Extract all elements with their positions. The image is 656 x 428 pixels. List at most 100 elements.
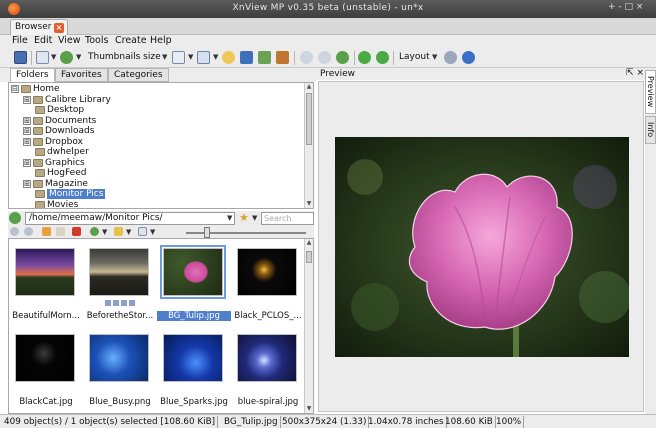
edit-icon[interactable] xyxy=(56,227,65,236)
tab-favorites[interactable]: Favorites xyxy=(55,68,108,82)
tab-folders[interactable]: Folders xyxy=(10,68,55,82)
view-mode-icon[interactable] xyxy=(138,227,147,236)
tree-item-downloads[interactable]: ⊞ Downloads xyxy=(23,126,94,136)
path-history-dropdown-icon[interactable]: ▼ xyxy=(227,214,232,222)
forward-icon[interactable] xyxy=(318,51,331,64)
tree-item-dwhelper[interactable]: dwhelper xyxy=(33,147,89,157)
document-tab-row: Browser × xyxy=(0,18,656,35)
tree-scrollbar[interactable]: ▲ ▼ xyxy=(304,83,313,208)
tree-item-label: HogFeed xyxy=(47,168,87,178)
thumbnail-item[interactable]: BeforetheStor... xyxy=(83,239,157,325)
scroll-up-icon[interactable]: ▲ xyxy=(305,239,313,247)
new-folder-icon[interactable] xyxy=(42,227,51,236)
delete-icon[interactable] xyxy=(72,227,81,236)
view-mode-dropdown-icon[interactable]: ▼ xyxy=(51,53,56,61)
view-mode-icon[interactable] xyxy=(36,51,49,64)
side-tab-info[interactable]: Info xyxy=(645,116,656,144)
filter-icon[interactable] xyxy=(90,227,99,236)
forward-icon[interactable] xyxy=(24,227,33,236)
expand-icon[interactable]: ⊞ xyxy=(23,117,31,125)
thumbnail-item[interactable]: Black_PCLOS_... xyxy=(231,239,305,325)
menu-bar: File Edit View Tools Create Help xyxy=(0,35,656,48)
thumbnail-item[interactable]: Blue_Sparks.jpg xyxy=(157,325,231,411)
tree-item-movies[interactable]: Movies xyxy=(33,200,78,208)
slideshow-icon[interactable] xyxy=(240,51,253,64)
thumbnail-grid[interactable]: BeautifulMorn... BeforetheStor... BG_Tul… xyxy=(8,238,314,414)
tree-item-magazine[interactable]: ⊞ Magazine xyxy=(23,179,88,189)
tree-item-monitor-pics[interactable]: Monitor Pics xyxy=(33,189,106,199)
expand-icon[interactable]: ⊞ xyxy=(23,180,31,188)
side-tab-preview[interactable]: Preview xyxy=(645,70,656,114)
thumbnails-size-dropdown-icon[interactable]: ▼ xyxy=(162,53,167,61)
filter-dropdown-icon[interactable]: ▼ xyxy=(102,228,107,236)
fullscreen-icon[interactable] xyxy=(14,51,27,64)
thumbnails-size-button[interactable]: Thumbnails size xyxy=(88,52,161,62)
tree-item-dropbox[interactable]: ⊞ Dropbox xyxy=(23,137,83,147)
tag-icon[interactable] xyxy=(114,227,123,236)
layout-dropdown-icon[interactable]: ▼ xyxy=(432,53,437,61)
help-icon[interactable] xyxy=(462,51,475,64)
folder-tree[interactable]: ⊟ Home ⊞ Calibre Library Desktop ⊞ Document… xyxy=(8,82,314,209)
thumbnail-scrollbar[interactable]: ▲ ▼ xyxy=(304,239,313,413)
window-controls[interactable]: + - □ × xyxy=(608,2,643,12)
path-input[interactable]: /home/meemaw/Monitor Pics/ xyxy=(25,212,235,225)
scroll-down-icon[interactable]: ▼ xyxy=(305,200,313,208)
search-input[interactable]: Search xyxy=(261,212,314,225)
status-dimensions: 500x375x24 (1.33) xyxy=(280,416,370,428)
filter-dropdown-icon[interactable]: ▼ xyxy=(76,53,81,61)
view-mode-dropdown-icon[interactable]: ▼ xyxy=(150,228,155,236)
menu-create[interactable]: Create xyxy=(115,35,147,46)
tree-item-desktop[interactable]: Desktop xyxy=(33,105,84,115)
folder-icon xyxy=(33,159,43,167)
tree-item-home[interactable]: ⊟ Home xyxy=(11,84,60,94)
expand-icon[interactable]: ⊞ xyxy=(23,138,31,146)
tree-item-hogfeed[interactable]: HogFeed xyxy=(33,168,86,178)
sort-dropdown-icon[interactable]: ▼ xyxy=(188,53,193,61)
favorite-dropdown-icon[interactable]: ▼ xyxy=(252,214,257,222)
thumbnail-item[interactable]: BlackCat.jpg xyxy=(9,325,83,411)
tab-browser[interactable]: Browser × xyxy=(10,19,68,35)
menu-edit[interactable]: Edit xyxy=(34,35,52,46)
settings-gear-icon[interactable] xyxy=(444,51,457,64)
select-icon[interactable] xyxy=(197,51,210,64)
up-folder-icon[interactable] xyxy=(336,51,349,64)
thumbnail-scroll-thumb[interactable] xyxy=(306,251,312,263)
scroll-up-icon[interactable]: ▲ xyxy=(305,83,313,91)
menu-view[interactable]: View xyxy=(58,35,81,46)
preview-window-controls[interactable]: ⇱ × xyxy=(626,68,644,78)
tree-scroll-thumb[interactable] xyxy=(306,93,312,145)
select-dropdown-icon[interactable]: ▼ xyxy=(213,53,218,61)
thumbnail-item[interactable]: BeautifulMorn... xyxy=(9,239,83,325)
rotate-right-icon[interactable] xyxy=(376,51,389,64)
menu-file[interactable]: File xyxy=(12,35,28,46)
expand-icon[interactable]: ⊞ xyxy=(23,96,31,104)
thumbnail-item[interactable]: blue-spiral.jpg xyxy=(231,325,305,411)
menu-tools[interactable]: Tools xyxy=(85,35,108,46)
expand-icon[interactable]: ⊞ xyxy=(23,159,31,167)
tab-close-icon[interactable]: × xyxy=(54,23,64,33)
back-icon[interactable] xyxy=(10,227,19,236)
go-up-icon[interactable] xyxy=(9,212,21,224)
sort-icon[interactable] xyxy=(172,51,185,64)
thumbnail-size-slider[interactable] xyxy=(204,227,210,238)
image-export-icon[interactable] xyxy=(258,51,271,64)
rotate-left-icon[interactable] xyxy=(358,51,371,64)
tag-dropdown-icon[interactable]: ▼ xyxy=(126,228,131,236)
tree-item-documents[interactable]: ⊞ Documents xyxy=(23,116,96,126)
back-icon[interactable] xyxy=(300,51,313,64)
tree-item-calibre-library[interactable]: ⊞ Calibre Library xyxy=(23,95,111,105)
batch-convert-icon[interactable] xyxy=(276,51,289,64)
expand-icon[interactable]: ⊞ xyxy=(23,127,31,135)
menu-help[interactable]: Help xyxy=(150,35,172,46)
scroll-down-icon[interactable]: ▼ xyxy=(305,405,313,413)
thumbnail-item[interactable]: Blue_Busy.png xyxy=(83,325,157,411)
tab-categories[interactable]: Categories xyxy=(108,68,169,82)
collapse-icon[interactable]: ⊟ xyxy=(11,85,19,93)
favorite-star-icon[interactable]: ★ xyxy=(239,211,249,224)
thumbnail-item-selected[interactable]: BG_Tulip.jpg xyxy=(157,239,231,325)
tree-item-graphics[interactable]: ⊞ Graphics xyxy=(23,158,85,168)
preview-pane[interactable] xyxy=(318,81,644,412)
filter-icon[interactable] xyxy=(60,51,73,64)
tag-icon[interactable] xyxy=(222,51,235,64)
layout-button[interactable]: Layout xyxy=(399,52,430,62)
